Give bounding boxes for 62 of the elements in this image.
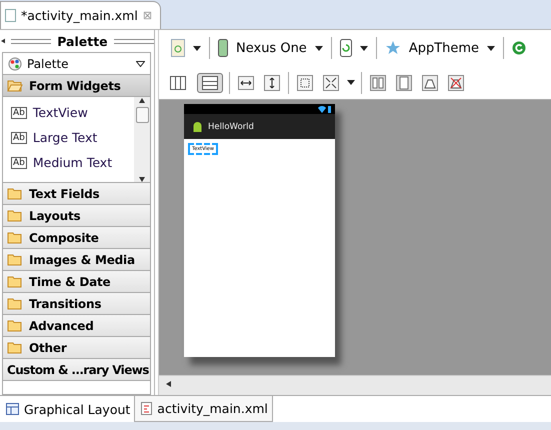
rows-view-icon[interactable]	[197, 72, 223, 92]
dropdown-caret-icon	[136, 61, 145, 67]
dropdown-caret-icon[interactable]	[360, 46, 368, 50]
palette-title: Palette	[57, 34, 108, 48]
vertical-arrows-icon[interactable]	[262, 72, 282, 92]
palette-category[interactable]: Layouts	[3, 204, 150, 227]
phone-icon	[218, 39, 228, 57]
folder-icon	[7, 209, 23, 222]
layout-icon	[6, 403, 19, 415]
palette-category[interactable]: Images & Media	[3, 248, 150, 271]
palette-category[interactable]: Transitions	[3, 292, 150, 315]
palette-category[interactable]: Form Widgets	[3, 74, 150, 97]
palette-category[interactable]: Composite	[3, 226, 150, 249]
star-icon	[384, 40, 401, 56]
folder-icon	[7, 79, 23, 92]
margins-icon[interactable]	[368, 72, 388, 92]
palette-category[interactable]: Time & Date	[3, 270, 150, 293]
dotted-square-icon[interactable]	[295, 72, 315, 92]
app-title: HelloWorld	[208, 122, 254, 132]
scroll-left-icon[interactable]	[165, 381, 171, 387]
palette-dropdown[interactable]: Palette	[3, 53, 150, 75]
xml-file-icon	[141, 402, 152, 415]
refresh-icon[interactable]	[512, 41, 526, 55]
weight-icon[interactable]	[420, 72, 440, 92]
xml-file-icon	[5, 9, 16, 22]
palette-category[interactable]: Other	[3, 336, 150, 359]
rotate-icon[interactable]	[340, 39, 352, 57]
palette-item[interactable]: Medium Text	[32, 155, 112, 170]
palette-icon	[8, 57, 22, 71]
dropdown-caret-icon[interactable]	[347, 80, 355, 85]
status-icons	[318, 106, 332, 112]
editor-mode-tab[interactable]: activity_main.xml	[135, 396, 273, 422]
palette-category[interactable]: Custom & ...rary Views	[3, 358, 150, 381]
zoom-fit-icon[interactable]	[321, 72, 341, 92]
clear-weight-icon[interactable]	[446, 72, 466, 92]
dropdown-caret-icon[interactable]	[193, 46, 201, 50]
text-widget-icon: Ab	[11, 106, 27, 118]
folder-icon	[7, 187, 23, 200]
collapse-icon[interactable]	[0, 38, 5, 44]
palette-category[interactable]: Advanced	[3, 314, 150, 337]
palette-item[interactable]: TextView	[32, 105, 88, 120]
scrollbar-thumb[interactable]	[136, 107, 148, 123]
padding-icon[interactable]	[394, 72, 414, 92]
theme-dropdown[interactable]: AppTheme	[408, 40, 480, 56]
dropdown-caret-icon[interactable]	[314, 46, 323, 50]
android-icon	[192, 120, 203, 132]
folder-icon	[7, 341, 23, 354]
folder-icon	[7, 275, 23, 288]
editor-tab[interactable]: *activity_main.xml ⊠	[0, 1, 162, 29]
folder-icon	[7, 319, 23, 332]
palette-category[interactable]: Text Fields	[3, 182, 150, 205]
android-file-icon[interactable]	[171, 39, 185, 57]
vertical-scrollbar[interactable]	[134, 97, 150, 183]
folder-icon	[7, 297, 23, 310]
folder-icon	[7, 253, 23, 266]
palette-item[interactable]: Large Text	[32, 130, 98, 145]
device-dropdown[interactable]: Nexus One	[236, 40, 307, 56]
text-widget-icon: Ab	[11, 132, 27, 144]
horizontal-scrollbar[interactable]	[159, 375, 551, 395]
text-widget-icon: Ab	[11, 156, 27, 168]
folder-icon	[7, 231, 23, 244]
dropdown-caret-icon[interactable]	[487, 46, 496, 50]
